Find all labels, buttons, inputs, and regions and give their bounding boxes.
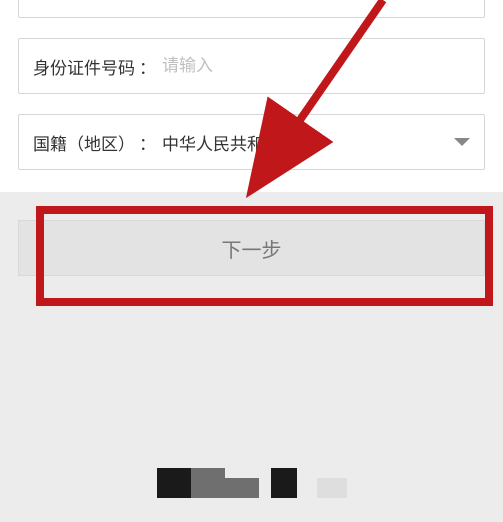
colon: ： bbox=[139, 54, 156, 79]
id-number-row[interactable]: 身份证件号码 ： bbox=[18, 38, 485, 94]
colon: ： bbox=[139, 130, 156, 155]
censored-watermark bbox=[157, 466, 347, 498]
nationality-row[interactable]: 国籍（地区） ： 中华人民共和国 bbox=[18, 114, 485, 170]
bottom-section: 下一步 bbox=[0, 192, 503, 522]
previous-field-row[interactable] bbox=[18, 0, 485, 18]
nationality-value: 中华人民共和国 bbox=[162, 130, 281, 155]
chevron-down-icon bbox=[454, 138, 470, 146]
nationality-label: 国籍（地区） bbox=[33, 130, 135, 155]
id-number-label: 身份证件号码 bbox=[33, 54, 135, 79]
id-number-input[interactable] bbox=[162, 56, 470, 76]
next-button[interactable]: 下一步 bbox=[18, 220, 485, 276]
form-section: 身份证件号码 ： 国籍（地区） ： 中华人民共和国 bbox=[0, 0, 503, 170]
